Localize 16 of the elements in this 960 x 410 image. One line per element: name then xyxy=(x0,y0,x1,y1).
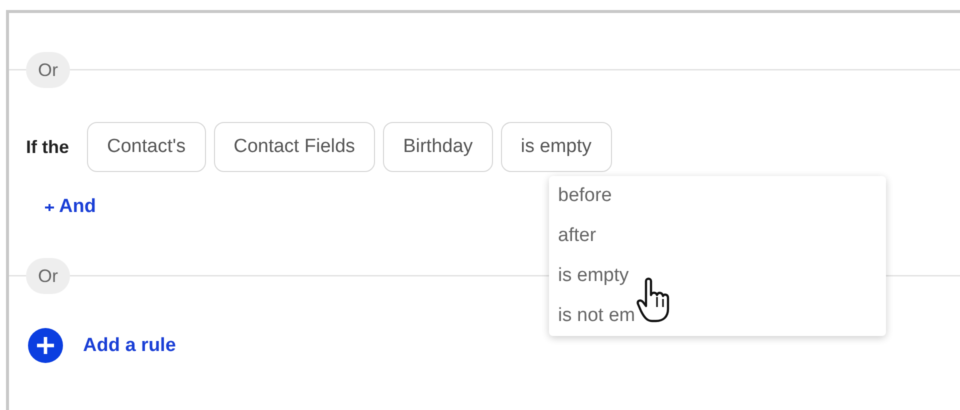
rule-prefix: If the xyxy=(26,136,69,158)
rule-selector[interactable]: Contact's xyxy=(87,122,206,172)
plus-icon xyxy=(45,202,54,212)
rule-selector[interactable]: Birthday xyxy=(383,122,493,172)
rule-selector[interactable]: is empty xyxy=(500,122,612,172)
add-icon xyxy=(28,328,63,363)
hand-cursor-icon xyxy=(636,277,672,323)
add-and-link[interactable]: And xyxy=(45,195,96,219)
dropdown-option[interactable]: is not em xyxy=(549,296,886,336)
dropdown-option[interactable]: before xyxy=(549,176,886,216)
dropdown-option[interactable]: after xyxy=(549,216,886,256)
or-separator: Or xyxy=(26,258,70,294)
rule-selector[interactable]: Contact Fields xyxy=(214,122,376,172)
dropdown-option[interactable]: is empty xyxy=(549,256,886,296)
add-rule-button[interactable]: Add a rule xyxy=(28,328,176,363)
or-separator: Or xyxy=(26,52,70,88)
